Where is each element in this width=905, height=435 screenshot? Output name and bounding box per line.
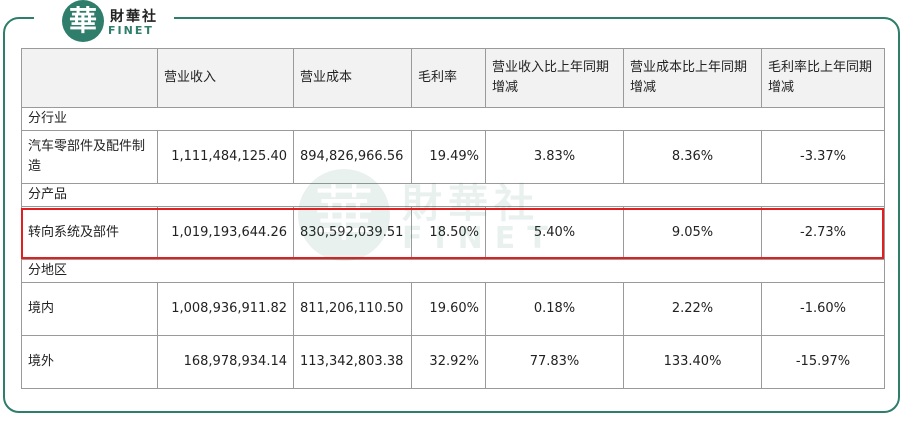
row-cost: 894,826,966.56	[293, 130, 412, 184]
row-rev-change: 0.18%	[485, 282, 624, 336]
section-row: 分产品	[21, 183, 885, 207]
logo-name-cn: 財華社	[110, 9, 158, 25]
row-margin-change: -15.97%	[761, 335, 885, 389]
row-margin-change: -2.73%	[761, 206, 885, 260]
row-margin-change: -1.60%	[761, 282, 885, 336]
section-row: 分地区	[21, 259, 885, 283]
row-cost: 811,206,110.50	[293, 282, 412, 336]
header-margin: 毛利率	[411, 48, 486, 108]
row-name: 转向系统及部件	[21, 206, 158, 260]
header-margin-change: 毛利率比上年同期增减	[761, 48, 885, 108]
row-margin-change: -3.37%	[761, 130, 885, 184]
section-title: 分地区	[21, 259, 885, 283]
row-cost-change: 9.05%	[623, 206, 762, 260]
section-title: 分行业	[21, 107, 885, 131]
row-name: 汽车零部件及配件制造	[21, 130, 158, 184]
header-revenue: 营业收入	[157, 48, 294, 108]
row-revenue: 1,111,484,125.40	[157, 130, 294, 184]
row-name: 境外	[21, 335, 158, 389]
table-row: 境内 1,008,936,911.82 811,206,110.50 19.60…	[21, 282, 885, 336]
row-margin: 19.60%	[411, 282, 486, 336]
header-rev-change: 营业收入比上年同期 增减	[485, 48, 624, 108]
row-cost: 113,342,803.38	[293, 335, 412, 389]
section-row: 分行业	[21, 107, 885, 131]
row-rev-change: 5.40%	[485, 206, 624, 260]
section-title: 分产品	[21, 183, 885, 207]
header-row: 营业收入 营业成本 毛利率 营业收入比上年同期 增减 营业成本比上年同期 增减 …	[21, 48, 885, 108]
header-cost: 营业成本	[293, 48, 412, 108]
row-cost-change: 133.40%	[623, 335, 762, 389]
table-row: 汽车零部件及配件制造 1,111,484,125.40 894,826,966.…	[21, 130, 885, 184]
financial-table: 营业收入 营业成本 毛利率 营业收入比上年同期 增减 营业成本比上年同期 增减 …	[21, 48, 885, 389]
row-revenue: 1,008,936,911.82	[157, 282, 294, 336]
row-rev-change: 3.83%	[485, 130, 624, 184]
row-rev-change: 77.83%	[485, 335, 624, 389]
row-cost-change: 8.36%	[623, 130, 762, 184]
table-row: 转向系统及部件 1,019,193,644.26 830,592,039.51 …	[21, 206, 885, 260]
row-margin: 32.92%	[411, 335, 486, 389]
row-revenue: 168,978,934.14	[157, 335, 294, 389]
row-margin: 19.49%	[411, 130, 486, 184]
header-cost-change: 营业成本比上年同期 增减	[623, 48, 762, 108]
row-margin: 18.50%	[411, 206, 486, 260]
row-name: 境内	[21, 282, 158, 336]
header-cell	[21, 48, 158, 108]
row-revenue: 1,019,193,644.26	[157, 206, 294, 260]
row-cost: 830,592,039.51	[293, 206, 412, 260]
row-cost-change: 2.22%	[623, 282, 762, 336]
table-row: 境外 168,978,934.14 113,342,803.38 32.92% …	[21, 335, 885, 389]
logo-name-en: FINET	[108, 24, 154, 37]
logo-symbol: 華	[62, 0, 104, 42]
